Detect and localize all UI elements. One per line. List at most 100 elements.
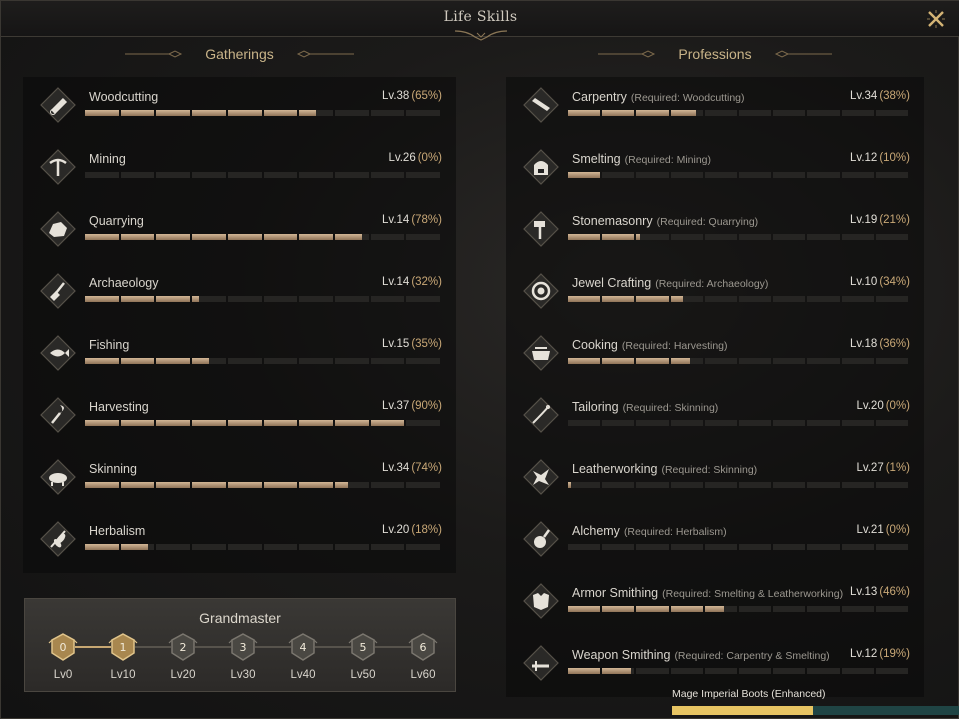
progress-segment-fill [568, 234, 601, 240]
progress-segment-fill [263, 110, 298, 116]
progress-segment [370, 110, 405, 116]
professions-title: Professions [678, 46, 752, 62]
skill-row-skinning[interactable]: Skinning Lv.34 (74%) [23, 449, 456, 511]
skill-progress-bar [568, 420, 909, 426]
progress-segment [370, 482, 405, 488]
level-percent: (78%) [411, 214, 442, 226]
progress-segment [636, 234, 669, 240]
skill-progress-bar [85, 420, 441, 426]
skill-row-cooking[interactable]: Cooking (Required: Harvesting) Lv.18 (36%) [506, 325, 924, 387]
skill-row-harvesting[interactable]: Harvesting Lv.37 (90%) [23, 387, 456, 449]
progress-segment [875, 110, 909, 116]
progress-segment [406, 544, 441, 550]
skill-row-smelting[interactable]: Smelting (Required: Mining) Lv.12 (10%) [506, 139, 924, 201]
progress-segment [85, 482, 119, 488]
hide-icon [523, 459, 559, 495]
tier-number: 4 [300, 641, 307, 654]
progress-segment [406, 420, 441, 426]
skill-name: Weapon Smithing [572, 648, 671, 662]
skill-row-archaeology[interactable]: Archaeology Lv.14 (32%) [23, 263, 456, 325]
skill-progress-bar [568, 110, 909, 116]
progress-segment-fill [299, 482, 333, 488]
skill-name: Stonemasonry [572, 214, 653, 228]
progress-segment [602, 606, 635, 612]
skill-title: Stonemasonry (Required: Quarrying) [572, 214, 758, 228]
progress-segment [192, 420, 226, 426]
progress-segment [602, 296, 635, 302]
progress-segment [192, 358, 226, 364]
skill-title: Alchemy (Required: Herbalism) [572, 524, 727, 538]
skill-row-stonemasonry[interactable]: Stonemasonry (Required: Quarrying) Lv.19 (2… [506, 201, 924, 263]
boar-icon [40, 459, 76, 495]
progress-segment [406, 234, 441, 240]
skill-row-armor-smithing[interactable]: Armor Smithing (Required: Smelting & Leat… [506, 573, 924, 635]
progress-segment-fill [85, 482, 119, 488]
progress-segment [636, 296, 669, 302]
skill-level: Lv.14 (32%) [382, 276, 442, 288]
progress-segment [875, 668, 909, 674]
tier-connector [135, 646, 171, 648]
progress-segment [370, 234, 405, 240]
skill-row-quarrying[interactable]: Quarrying Lv.14 (78%) [23, 201, 456, 263]
progress-segment [568, 482, 601, 488]
progress-segment [568, 172, 601, 178]
progress-segment [406, 110, 441, 116]
grandmaster-panel: Grandmaster 0 Lv0 1 Lv10 2 Lv20 3 Lv30 4 Lv40 5 Lv5… [24, 598, 456, 692]
skill-row-carpentry[interactable]: Carpentry (Required: Woodcutting) Lv.34 (38… [506, 77, 924, 139]
skill-row-tailoring[interactable]: Tailoring (Required: Skinning) Lv.20 (0%) [506, 387, 924, 449]
progress-segment [841, 358, 874, 364]
progress-segment [334, 420, 369, 426]
progress-segment [85, 420, 119, 426]
progress-segment-fill [636, 234, 640, 240]
progress-segment [670, 110, 703, 116]
skill-title: Woodcutting [89, 90, 158, 104]
progress-segment-fill [156, 296, 191, 302]
progress-segment [773, 544, 806, 550]
tier-level-label: Lv10 [110, 669, 136, 681]
close-icon[interactable] [924, 7, 948, 31]
progress-segment [227, 358, 262, 364]
level-value: Lv.38 [382, 90, 410, 102]
skill-row-mining[interactable]: Mining Lv.26 (0%) [23, 139, 456, 201]
skill-level: Lv.20 (18%) [382, 524, 442, 536]
progress-segment [602, 172, 635, 178]
skill-level: Lv.34 (74%) [382, 462, 442, 474]
progress-segment [773, 668, 806, 674]
skill-title: Cooking (Required: Harvesting) [572, 338, 728, 352]
progress-segment [227, 296, 262, 302]
skill-level: Lv.10 (34%) [850, 276, 910, 288]
skill-row-jewel-crafting[interactable]: Jewel Crafting (Required: Archaeology) Lv.… [506, 263, 924, 325]
skill-row-fishing[interactable]: Fishing Lv.15 (35%) [23, 325, 456, 387]
title-bar: Life Skills [1, 1, 959, 41]
level-value: Lv.26 [388, 152, 416, 164]
skill-progress-bar [568, 668, 909, 674]
progress-segment [841, 420, 874, 426]
skill-progress-bar [85, 234, 441, 240]
skill-progress-bar [85, 544, 441, 550]
progress-segment [299, 482, 333, 488]
progress-segment [670, 544, 703, 550]
skill-row-herbalism[interactable]: Herbalism Lv.20 (18%) [23, 511, 456, 573]
progress-segment-fill [670, 296, 684, 302]
level-percent: (36%) [879, 338, 910, 350]
progress-segment-fill [120, 544, 148, 550]
progress-segment [841, 482, 874, 488]
skill-name: Alchemy [572, 524, 620, 538]
skill-row-woodcutting[interactable]: Woodcutting Lv.38 (65%) [23, 77, 456, 139]
tier-badge-icon: 4 [288, 633, 318, 661]
gem-ring-icon [523, 273, 559, 309]
progress-segment [875, 234, 909, 240]
progress-segment-fill [568, 110, 601, 116]
progress-segment [807, 172, 840, 178]
progress-segment [568, 234, 601, 240]
progress-segment [636, 606, 669, 612]
progress-segment [156, 234, 191, 240]
progress-segment-fill [602, 606, 635, 612]
level-value: Lv.14 [382, 276, 410, 288]
progress-segment [704, 544, 738, 550]
skill-name: Armor Smithing [572, 586, 659, 600]
skill-level: Lv.37 (90%) [382, 400, 442, 412]
skill-row-alchemy[interactable]: Alchemy (Required: Herbalism) Lv.21 (0%) [506, 511, 924, 573]
level-value: Lv.27 [856, 462, 884, 474]
skill-row-leatherworking[interactable]: Leatherworking (Required: Skinning) Lv.27(… [506, 449, 924, 511]
